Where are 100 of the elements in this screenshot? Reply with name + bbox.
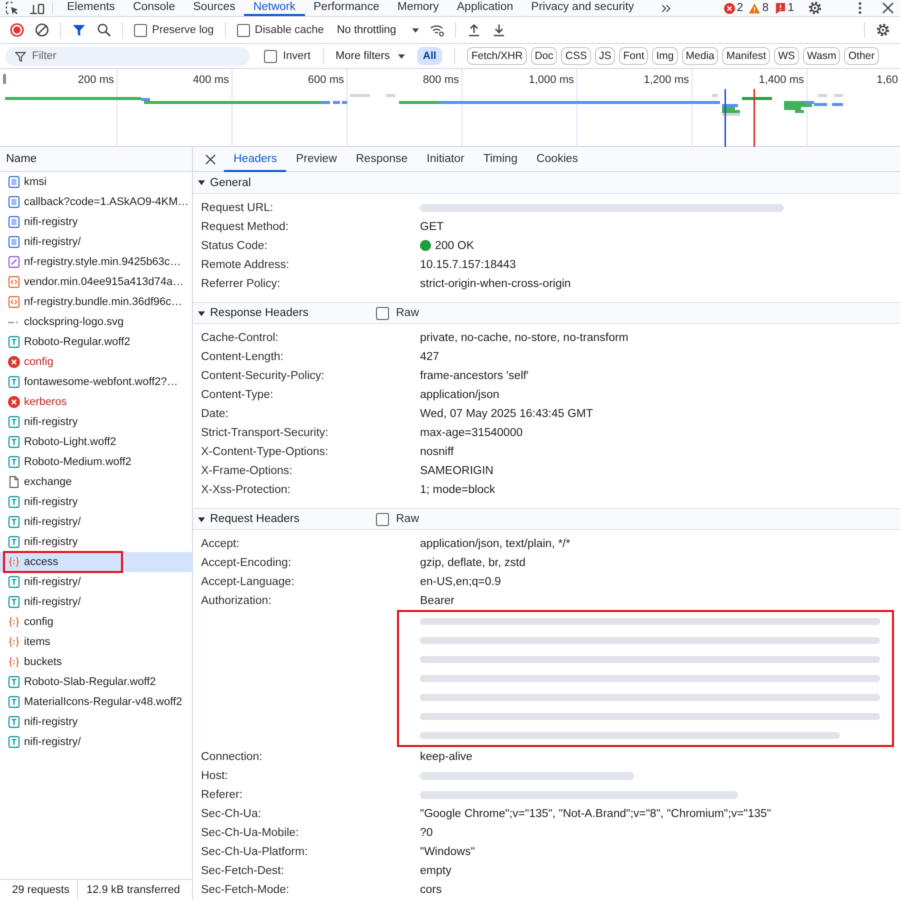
section-title[interactable]: Request Headers	[210, 513, 376, 525]
more-options-icon[interactable]	[858, 1, 862, 15]
filter-chip[interactable]: Media	[682, 47, 718, 65]
more-tabs-icon[interactable]	[661, 4, 672, 12]
request-row[interactable]: Roboto-Regular.woff2	[0, 332, 192, 352]
filter-chip[interactable]: All	[416, 47, 442, 65]
checkbox[interactable]	[236, 24, 250, 36]
inspect-icon[interactable]	[5, 1, 19, 15]
request-row[interactable]: items	[0, 632, 192, 652]
expand-triangle-icon[interactable]	[198, 516, 205, 522]
request-row[interactable]: nifi-registry	[0, 532, 192, 552]
clear-icon[interactable]	[35, 23, 49, 37]
detail-tab[interactable]: Cookies	[526, 146, 588, 172]
request-row[interactable]: exchange	[0, 472, 192, 492]
request-row[interactable]: vendor.min.04ee915a413d74a…	[0, 272, 192, 292]
detail-tab[interactable]: Response	[346, 146, 418, 172]
checkbox[interactable]	[376, 512, 389, 526]
range-handle[interactable]	[3, 74, 6, 84]
header-name: Remote Address:	[201, 258, 290, 270]
request-row[interactable]: fontawesome-webfont.woff2?…	[0, 372, 192, 392]
section-title[interactable]: General	[210, 176, 376, 188]
filter-chip[interactable]: WS	[774, 47, 799, 65]
request-row[interactable]: Roboto-Medium.woff2	[0, 452, 192, 472]
filter-chip[interactable]: Img	[652, 47, 678, 65]
upload-icon[interactable]	[467, 23, 482, 37]
checkbox[interactable]	[134, 24, 147, 36]
checkbox-label[interactable]: Raw	[396, 513, 420, 525]
request-row[interactable]: config	[0, 352, 192, 372]
panel-tab[interactable]: Console	[124, 0, 184, 16]
filter-icon[interactable]	[72, 23, 86, 37]
settings-icon[interactable]	[876, 23, 890, 37]
error-counter[interactable]: 2	[724, 2, 744, 14]
detail-tab[interactable]: Initiator	[417, 146, 474, 172]
request-row[interactable]: nifi-registry	[0, 412, 192, 432]
checkbox-label[interactable]: Invert	[283, 50, 311, 62]
request-row[interactable]: nifi-registry	[0, 212, 192, 232]
request-row[interactable]: clockspring-logo.svg	[0, 312, 192, 332]
detail-tab[interactable]: Timing	[474, 146, 527, 172]
request-row[interactable]: nifi-registry/	[0, 572, 192, 592]
expand-triangle-icon[interactable]	[198, 179, 205, 186]
expand-triangle-icon[interactable]	[198, 310, 205, 316]
filter-chip[interactable]: CSS	[561, 47, 591, 65]
filter-field[interactable]: Filter	[5, 46, 250, 66]
checkbox-label[interactable]: Raw	[396, 307, 420, 319]
checkbox-label[interactable]: Preserve log	[152, 24, 214, 36]
panel-tab[interactable]: Performance	[304, 0, 388, 16]
checkbox[interactable]	[264, 50, 277, 62]
request-row[interactable]: Roboto-Slab-Regular.woff2	[0, 672, 192, 692]
issue-counter[interactable]: 1	[774, 2, 794, 14]
request-row[interactable]: nifi-registry	[0, 712, 192, 732]
column-header[interactable]: Name	[6, 153, 37, 165]
warning-counter[interactable]: 8	[749, 2, 769, 14]
filter-chip[interactable]: Fetch/XHR	[467, 47, 527, 65]
wifi-icon[interactable]	[430, 23, 444, 37]
request-row[interactable]: nifi-registry	[0, 492, 192, 512]
filter-chip[interactable]: Font	[619, 47, 648, 65]
document-icon	[8, 176, 20, 188]
panel-tab[interactable]: Sources	[184, 0, 244, 16]
filter-chip[interactable]: Manifest	[722, 47, 770, 65]
request-row[interactable]: nifi-registry/	[0, 232, 192, 252]
record-icon[interactable]	[10, 23, 24, 37]
detail-tab[interactable]: Preview	[286, 146, 346, 172]
request-row[interactable]: nf-registry.style.min.9425b63c…	[0, 252, 192, 272]
filter-chip[interactable]: Wasm	[803, 47, 840, 65]
request-row[interactable]: nf-registry.bundle.min.36df96c…	[0, 292, 192, 312]
request-row[interactable]: MaterialIcons-Regular-v48.woff2	[0, 692, 192, 712]
checkbox[interactable]	[376, 306, 389, 320]
request-row[interactable]: callback?code=1.ASkAO9-4KM…	[0, 192, 192, 212]
filter-chip[interactable]: JS	[594, 47, 616, 65]
request-row[interactable]: access	[0, 552, 192, 572]
panel-tab[interactable]: Memory	[388, 0, 448, 16]
request-row[interactable]: config	[0, 612, 192, 632]
filter-chip[interactable]: Doc	[530, 47, 558, 65]
settings-icon[interactable]	[808, 1, 822, 15]
filter-chip[interactable]: Other	[844, 47, 879, 65]
download-icon[interactable]	[492, 23, 506, 37]
caret-icon	[412, 28, 420, 32]
request-row[interactable]: kmsi	[0, 172, 192, 192]
script-icon	[8, 276, 20, 288]
checkbox-label[interactable]: Disable cache	[254, 24, 324, 36]
header-name: Content-Security-Policy:	[201, 370, 326, 382]
search-icon[interactable]	[97, 23, 111, 37]
panel-tab[interactable]: Application	[448, 0, 522, 16]
more-filters-button[interactable]: More filters	[336, 50, 405, 62]
close-icon[interactable]	[205, 154, 216, 164]
panel-tab[interactable]: Privacy and security	[522, 0, 644, 16]
device-icon[interactable]	[29, 1, 45, 15]
request-row[interactable]: Roboto-Light.woff2	[0, 432, 192, 452]
request-row[interactable]: nifi-registry/	[0, 732, 192, 752]
throttling-dropdown[interactable]: No throttling	[336, 24, 420, 36]
panel-tab[interactable]: Elements	[58, 0, 124, 16]
request-row[interactable]: nifi-registry/	[0, 512, 192, 532]
caret-icon	[398, 54, 405, 58]
close-icon[interactable]	[882, 2, 894, 14]
request-row[interactable]: kerberos	[0, 392, 192, 412]
timeline-marker	[724, 89, 726, 147]
request-row[interactable]: buckets	[0, 652, 192, 672]
header-value: application/json	[420, 388, 500, 400]
request-row[interactable]: nifi-registry/	[0, 592, 192, 612]
section-title[interactable]: Response Headers	[210, 307, 376, 319]
